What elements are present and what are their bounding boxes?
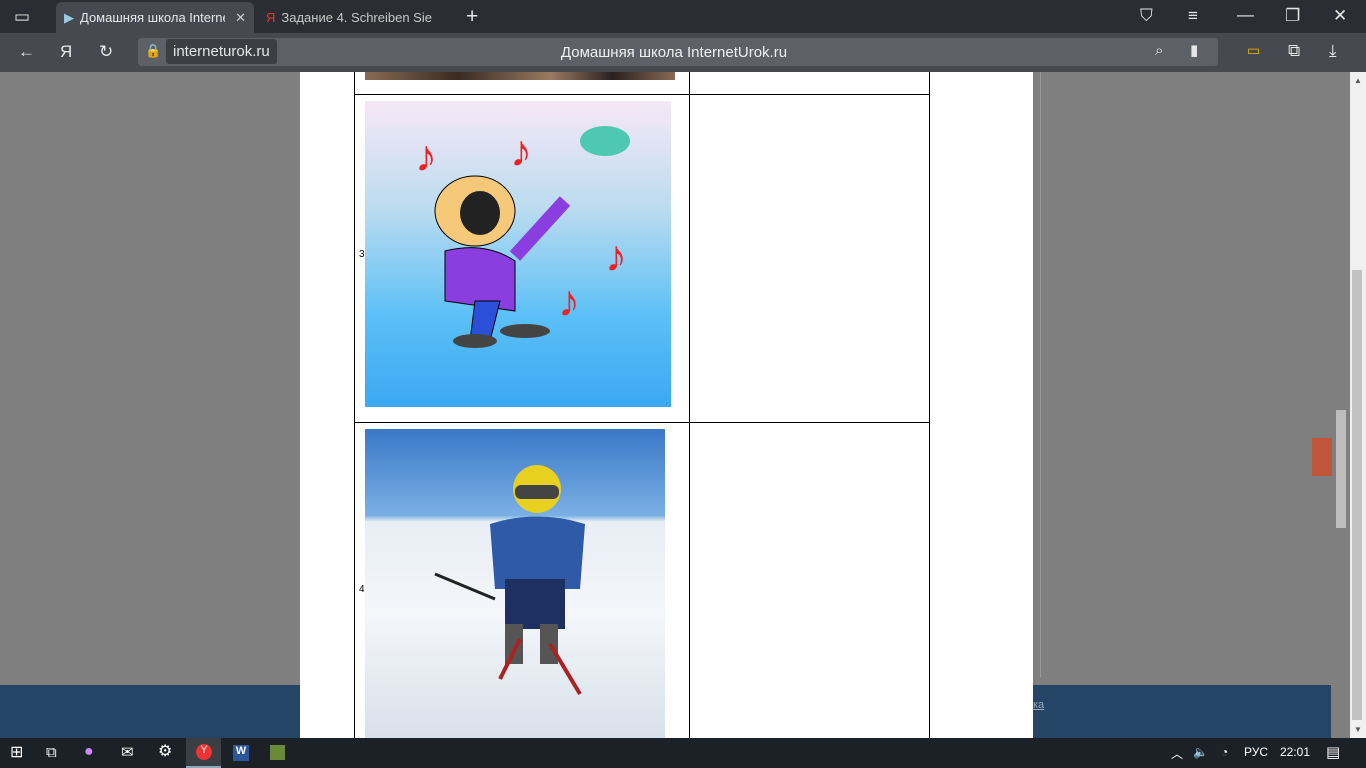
table-border (354, 72, 355, 738)
clock[interactable]: 22:01 (1280, 745, 1310, 759)
taskbar-yandex-browser[interactable]: Y (186, 738, 221, 768)
menu-icon[interactable]: ≡ (1188, 7, 1198, 24)
svg-text:♪: ♪ (558, 277, 580, 326)
start-icon[interactable]: ⊞ (10, 745, 23, 761)
svg-text:♪: ♪ (510, 127, 532, 176)
restore-button[interactable]: ❐ (1285, 7, 1300, 24)
divider (1040, 72, 1041, 677)
tray-chevron-icon[interactable]: ︿ (1171, 745, 1183, 762)
language-indicator[interactable]: РУС (1244, 745, 1268, 759)
svg-text:♪: ♪ (605, 232, 627, 281)
table-border (929, 72, 930, 738)
inner-scrollbar-thumb[interactable] (1336, 410, 1346, 528)
previous-image (365, 72, 675, 80)
tab-label: Домашняя школа InternetUrok.ru (80, 10, 225, 25)
row-number: 3 (359, 249, 365, 260)
notifications-icon[interactable]: ▤ (1326, 743, 1340, 761)
tab-inactive[interactable]: Я Задание 4. Schreiben Sie d (258, 2, 448, 33)
row-number: 4 (359, 584, 365, 595)
word-icon[interactable]: W (233, 745, 249, 761)
tab-bar: ▭ ▶ Домашняя школа InternetUrok.ru ✕ Я Зада… (0, 0, 1366, 33)
close-window-button[interactable]: ✕ (1333, 7, 1347, 24)
page-icon: ▶ (64, 9, 74, 25)
settings-icon[interactable]: ⚙ (158, 744, 172, 760)
skier-drawing (434, 465, 585, 696)
table-border (689, 72, 690, 738)
close-tab-icon[interactable]: ✕ (235, 10, 246, 26)
volume-icon[interactable]: 🔈 (1193, 745, 1208, 759)
minimize-button[interactable]: — (1237, 6, 1254, 23)
yandex-browser-icon: Y (196, 744, 212, 760)
taskbar: ⊞ ⧉ ● ✉ ⚙ Y W ︿ 🔈 ◔ РУС 22:01 ▤ (0, 738, 1366, 768)
tabs-panel-icon[interactable]: ▭ (14, 8, 30, 25)
new-tab-button[interactable]: + (466, 6, 478, 27)
scrollbar-thumb[interactable] (1352, 270, 1362, 720)
scroll-down-icon[interactable]: ▼ (1354, 725, 1362, 734)
footer-link[interactable]: ка (1033, 699, 1044, 711)
skiing-boy-image (365, 429, 665, 738)
table-border (354, 94, 930, 95)
alice-icon[interactable]: ● (84, 744, 94, 760)
svg-text:♪: ♪ (415, 132, 437, 181)
singing-boy-drawing: ♪ ♪ ♪ ♪ (415, 126, 630, 348)
tab-label: Задание 4. Schreiben Sie d (281, 10, 437, 25)
tab-active[interactable]: ▶ Домашняя школа InternetUrok.ru ✕ (56, 2, 254, 33)
scroll-up-icon[interactable]: ▲ (1354, 76, 1362, 85)
task-view-icon[interactable]: ⧉ (46, 745, 57, 760)
minecraft-icon[interactable] (270, 745, 285, 760)
yandex-icon: Я (266, 10, 276, 25)
singing-boy-image: ♪ ♪ ♪ ♪ (365, 101, 671, 407)
wifi-icon[interactable]: ◔ (1221, 745, 1228, 759)
mail-icon[interactable]: ✉ (121, 745, 134, 760)
table-border (354, 422, 930, 423)
chat-button[interactable] (1312, 438, 1332, 476)
bookmarks-icon[interactable]: ⛉ (1140, 7, 1153, 24)
page-title: Домашняя школа InternetUrok.ru (560, 44, 788, 61)
